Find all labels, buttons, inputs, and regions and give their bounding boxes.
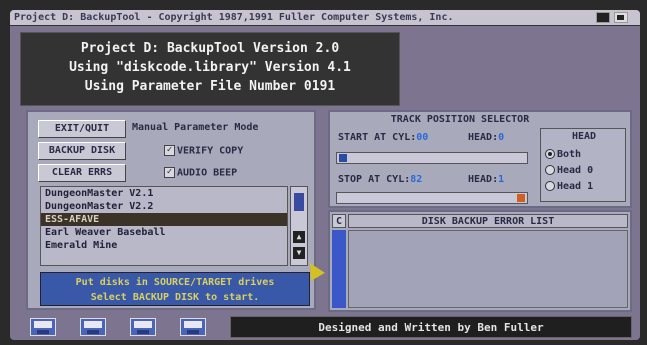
backup-disk-button[interactable]: BACKUP DISK: [38, 142, 126, 160]
header-title: Project D: BackupTool Version 2.0: [80, 41, 340, 56]
parameter-list[interactable]: DungeonMaster V2.1 DungeonMaster V2.2 ES…: [40, 186, 288, 266]
window-title: Project D: BackupTool - Copyright 1987,1…: [14, 12, 454, 23]
credit-banner: Designed and Written by Ben Fuller: [230, 316, 632, 338]
checkmark-icon: ✓: [164, 167, 175, 178]
stop-cyl-value[interactable]: 82: [410, 174, 422, 185]
drive-df1-icon[interactable]: [80, 318, 106, 336]
control-panel: EXIT/QUIT BACKUP DISK CLEAR ERRS Manual …: [26, 110, 325, 310]
error-list[interactable]: [348, 230, 628, 308]
window-titlebar[interactable]: Project D: BackupTool - Copyright 1987,1…: [10, 10, 640, 26]
scrollbar-knob[interactable]: [294, 193, 304, 211]
verify-copy-checkbox[interactable]: ✓ VERIFY COPY: [164, 145, 243, 157]
start-cylinder-slider[interactable]: [336, 152, 528, 164]
list-item[interactable]: Emerald Mine: [41, 239, 287, 252]
audio-beep-checkbox[interactable]: ✓ AUDIO BEEP: [164, 167, 237, 179]
start-head-value[interactable]: 0: [498, 132, 504, 143]
verify-copy-label: VERIFY COPY: [177, 145, 244, 157]
head-radio-group: HEAD Both Head 0 Head 1: [540, 128, 626, 202]
drive-df0-icon[interactable]: [30, 318, 56, 336]
amiga-screen: Project D: BackupTool - Copyright 1987,1…: [10, 10, 640, 340]
error-column-header: C: [332, 214, 346, 228]
checkmark-icon: ✓: [164, 145, 175, 156]
stop-cylinder-field[interactable]: STOP AT CYL:82: [338, 174, 422, 185]
list-item[interactable]: DungeonMaster V2.2: [41, 200, 287, 213]
drive-df2-icon[interactable]: [130, 318, 156, 336]
status-line-1: Put disks in SOURCE/TARGET drives: [75, 277, 275, 288]
start-cyl-value[interactable]: 00: [416, 132, 428, 143]
head-option-label: Both: [557, 149, 582, 160]
scroll-up-arrow-icon[interactable]: ▲: [293, 231, 305, 243]
head-option-label: Head 1: [557, 181, 594, 192]
exit-quit-button[interactable]: EXIT/QUIT: [38, 120, 126, 138]
depth-back-gadget-icon[interactable]: [596, 12, 610, 23]
stop-head-field[interactable]: HEAD:1: [468, 174, 504, 185]
error-scrollbar[interactable]: [332, 230, 346, 308]
start-cylinder-field[interactable]: START AT CYL:00: [338, 132, 428, 143]
radio-icon: [545, 165, 555, 175]
head-group-title: HEAD: [571, 131, 597, 142]
error-list-title: DISK BACKUP ERROR LIST: [348, 214, 628, 228]
slider-knob[interactable]: [517, 194, 525, 202]
manual-parameter-mode-label[interactable]: Manual Parameter Mode: [132, 122, 312, 133]
start-cyl-label: START AT CYL:: [338, 132, 417, 143]
app-header: Project D: BackupTool Version 2.0 Using …: [20, 32, 400, 106]
stop-cyl-label: STOP AT CYL:: [338, 174, 411, 185]
error-list-panel: C DISK BACKUP ERROR LIST: [328, 210, 632, 312]
slider-knob[interactable]: [339, 154, 347, 162]
depth-front-gadget-icon[interactable]: [614, 12, 628, 23]
list-item[interactable]: Earl Weaver Baseball: [41, 226, 287, 239]
head-option-label: Head 0: [557, 165, 594, 176]
track-position-selector: TRACK POSITION SELECTOR START AT CYL:00 …: [328, 110, 632, 208]
radio-icon: [545, 181, 555, 191]
list-item-selected[interactable]: ESS-AFAVE: [41, 213, 287, 226]
scroll-down-arrow-icon[interactable]: ▼: [293, 247, 305, 259]
header-parameter-line: Using Parameter File Number 0191: [84, 79, 336, 94]
list-item[interactable]: DungeonMaster V2.1: [41, 187, 287, 200]
audio-beep-label: AUDIO BEEP: [177, 167, 238, 179]
stop-head-label: HEAD:: [468, 174, 499, 185]
clear-errors-button[interactable]: CLEAR ERRS: [38, 164, 126, 182]
list-scrollbar[interactable]: ▲ ▼: [290, 186, 308, 266]
stop-head-value[interactable]: 1: [498, 174, 504, 185]
start-head-label: HEAD:: [468, 132, 499, 143]
head-both-radio[interactable]: Both: [545, 149, 581, 160]
head-0-radio[interactable]: Head 0: [545, 165, 593, 176]
start-head-field[interactable]: HEAD:0: [468, 132, 504, 143]
drive-df3-icon[interactable]: [180, 318, 206, 336]
header-library-line: Using "diskcode.library" Version 4.1: [69, 60, 351, 75]
track-selector-title: TRACK POSITION SELECTOR: [390, 114, 530, 125]
radio-selected-icon: [545, 149, 555, 159]
status-line-2: Select BACKUP DISK to start.: [90, 292, 260, 303]
status-message: Put disks in SOURCE/TARGET drives Select…: [40, 272, 310, 306]
stop-cylinder-slider[interactable]: [336, 192, 528, 204]
head-1-radio[interactable]: Head 1: [545, 181, 593, 192]
